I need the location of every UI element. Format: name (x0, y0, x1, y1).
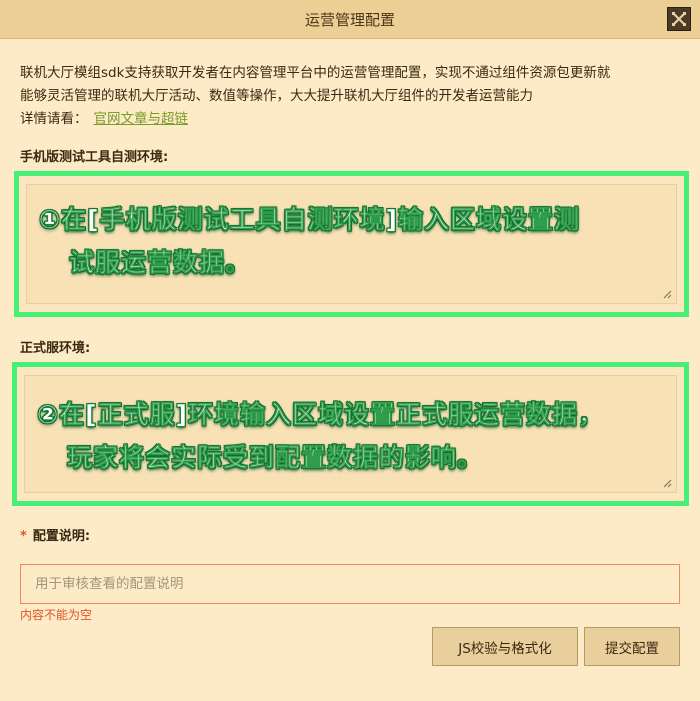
resize-handle-icon[interactable] (663, 290, 672, 299)
config-desc-input[interactable] (20, 564, 680, 604)
intro-text: 联机大厅模组sdk支持获取开发者在内容管理平台中的运营管理配置，实现不通过组件资… (20, 62, 685, 131)
submit-config-button[interactable]: 提交配置 (584, 627, 680, 666)
prod-env-annotation-line-2: 玩家将会实际受到配置数据的影响。 (67, 443, 484, 473)
test-env-annotation: ①在[手机版测试工具自测环境]输入区域设置测 试服运营数据。 (39, 198, 674, 284)
test-env-annotation-line-2: 试服运营数据。 (69, 248, 252, 278)
test-env-label: 手机版测试工具自测环境: (20, 150, 169, 165)
details-link[interactable]: 官网文章与超链 (94, 111, 189, 127)
title-bar: 运营管理配置 (0, 0, 700, 39)
test-env-annotation-line-1: ①在[手机版测试工具自测环境]输入区域设置测 (39, 205, 581, 235)
window-title: 运营管理配置 (304, 10, 395, 29)
intro-line-2: 能够灵活管理的联机大厅活动、数值等操作，大大提升联机大厅组件的开发者运营能力 (20, 88, 533, 104)
config-desc-label-row: * 配置说明: (20, 525, 90, 544)
required-mark: * (20, 529, 27, 544)
prod-env-label: 正式服环境: (20, 341, 91, 356)
test-env-highlight: ①在[手机版测试工具自测环境]输入区域设置测 试服运营数据。 (14, 171, 689, 317)
prod-env-annotation: ②在[正式服]环境输入区域设置正式服运营数据， 玩家将会实际受到配置数据的影响。 (37, 393, 674, 479)
prod-env-annotation-line-1: ②在[正式服]环境输入区域设置正式服运营数据， (37, 400, 605, 430)
config-desc-label: 配置说明: (32, 529, 91, 544)
resize-handle-icon[interactable] (663, 479, 672, 488)
close-icon (672, 12, 686, 26)
config-desc-error: 内容不能为空 (20, 608, 93, 622)
details-prefix: 详情请看： (20, 111, 88, 127)
close-button[interactable] (667, 7, 691, 31)
details-row: 详情请看： 官网文章与超链 (20, 108, 685, 131)
js-validate-button[interactable]: JS校验与格式化 (432, 627, 578, 666)
intro-line-1: 联机大厅模组sdk支持获取开发者在内容管理平台中的运营管理配置，实现不通过组件资… (20, 65, 611, 81)
prod-env-highlight: ②在[正式服]环境输入区域设置正式服运营数据， 玩家将会实际受到配置数据的影响。 (12, 362, 689, 506)
